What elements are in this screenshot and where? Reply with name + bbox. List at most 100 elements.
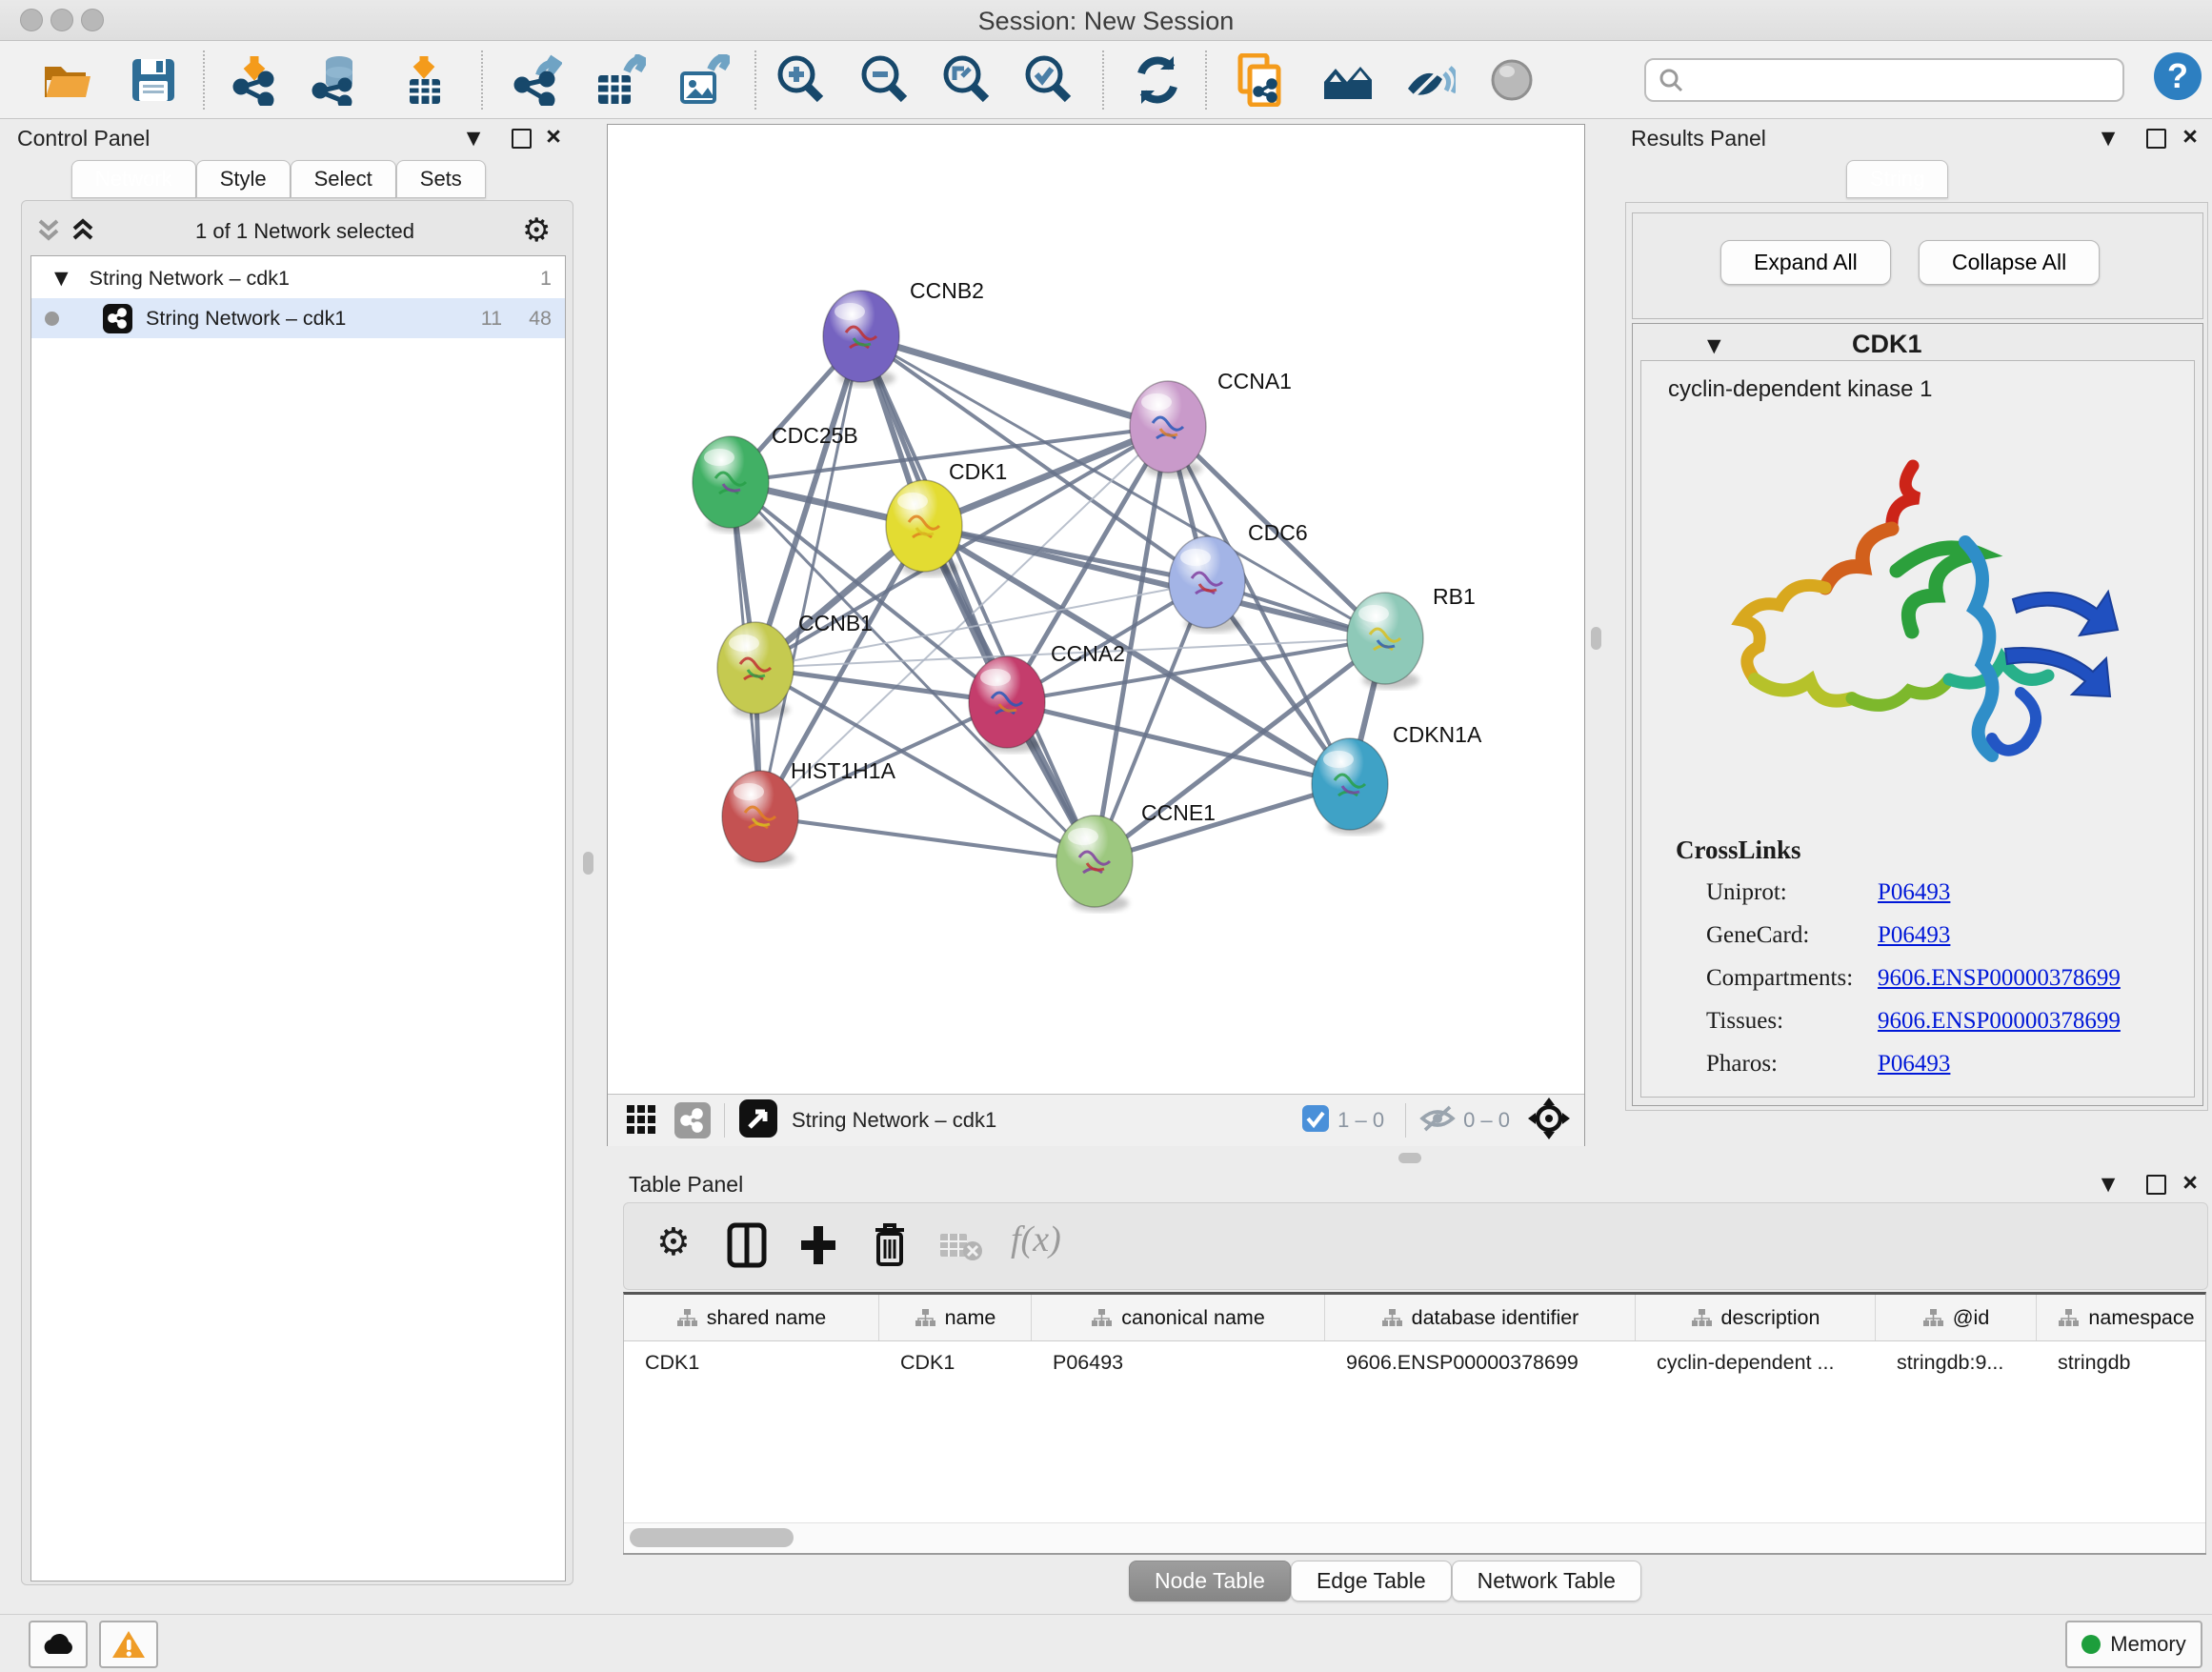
column-header[interactable]: canonical name <box>1032 1295 1325 1340</box>
delete-column-icon[interactable] <box>870 1220 910 1273</box>
right-splitter-handle[interactable] <box>1591 627 1601 650</box>
memory-button[interactable]: Memory <box>2065 1621 2202 1668</box>
crosslink-link[interactable]: P06493 <box>1878 879 1950 906</box>
help-icon[interactable]: ? <box>2151 50 2202 102</box>
search-icon <box>1658 67 1684 93</box>
column-header[interactable]: name <box>879 1295 1032 1340</box>
search-input[interactable] <box>1684 67 2122 93</box>
table-hscrollbar[interactable] <box>624 1522 2205 1552</box>
crosslink-link[interactable]: P06493 <box>1878 922 1950 949</box>
tab-style[interactable]: Style <box>196 160 291 198</box>
table-panel-close-icon[interactable]: × <box>2176 1168 2204 1197</box>
zoom-out-icon[interactable] <box>857 54 909 106</box>
tab-select[interactable]: Select <box>291 160 396 198</box>
table-gear-icon[interactable]: ⚙ <box>656 1220 691 1264</box>
collection-expander-icon[interactable]: ▼ <box>54 268 69 289</box>
import-network-file-icon[interactable] <box>229 54 280 106</box>
network-edge[interactable] <box>1095 784 1350 861</box>
network-node[interactable] <box>823 291 899 387</box>
table-cell[interactable]: 9606.ENSP00000378699 <box>1325 1341 1636 1383</box>
network-edge[interactable] <box>861 336 1168 427</box>
network-node[interactable] <box>1130 381 1206 477</box>
network-row-selected[interactable]: String Network – cdk1 11 48 <box>31 298 565 338</box>
cloud-button[interactable] <box>29 1621 88 1668</box>
network-node[interactable] <box>1056 816 1133 912</box>
birdseye-view-icon[interactable] <box>738 1098 778 1143</box>
network-edge[interactable] <box>760 816 1095 861</box>
network-edge[interactable] <box>861 336 1095 861</box>
network-node[interactable] <box>717 622 794 718</box>
collapse-all-button[interactable]: Collapse All <box>1919 240 2100 285</box>
table-cell[interactable]: CDK1 <box>624 1341 879 1383</box>
import-network-database-icon[interactable] <box>311 54 362 106</box>
network-node[interactable] <box>693 436 769 533</box>
tab-string[interactable]: String <box>1846 160 1948 198</box>
tab-sets[interactable]: Sets <box>396 160 486 198</box>
show-all-icon[interactable] <box>1486 54 1538 106</box>
table-hscrollbar-thumb[interactable] <box>630 1528 794 1547</box>
hide-selected-icon[interactable] <box>1404 54 1456 106</box>
expand-all-button[interactable]: Expand All <box>1720 240 1891 285</box>
network-node[interactable] <box>722 771 798 867</box>
control-panel-close-icon[interactable]: × <box>539 122 568 151</box>
column-header[interactable]: description <box>1636 1295 1876 1340</box>
zoom-in-icon[interactable] <box>774 54 825 106</box>
tab-network[interactable]: Network <box>71 160 196 198</box>
warning-button[interactable] <box>99 1621 158 1668</box>
hidden-eye-icon[interactable] <box>1419 1103 1456 1138</box>
import-table-icon[interactable] <box>398 54 450 106</box>
network-collection-row[interactable]: ▼ String Network – cdk1 1 <box>31 256 565 298</box>
table-panel-collapse-icon[interactable]: ▼ <box>2094 1170 2122 1199</box>
zoom-selected-icon[interactable] <box>1021 54 1073 106</box>
string-home-icon[interactable] <box>1320 54 1372 106</box>
collapse-all-networks-icon[interactable] <box>34 215 63 244</box>
crosslink-link[interactable]: 9606.ENSP00000378699 <box>1878 1008 2121 1035</box>
toolbar-separator <box>1405 1103 1406 1138</box>
table-cell[interactable]: stringdb <box>2037 1341 2206 1383</box>
add-column-icon[interactable] <box>797 1222 839 1273</box>
tab-network-table[interactable]: Network Table <box>1452 1561 1641 1601</box>
column-header[interactable]: database identifier <box>1325 1295 1636 1340</box>
tab-node-table[interactable]: Node Table <box>1129 1561 1291 1601</box>
search-box[interactable] <box>1644 58 2124 102</box>
bottom-splitter-handle[interactable] <box>1398 1153 1421 1163</box>
table-cell[interactable]: CDK1 <box>879 1341 1032 1383</box>
network-options-gear-icon[interactable]: ⚙ <box>522 212 551 250</box>
save-session-icon[interactable] <box>128 54 179 106</box>
string-badge-icon[interactable] <box>674 1102 711 1138</box>
crosslink-link[interactable]: 9606.ENSP00000378699 <box>1878 965 2121 992</box>
table-cell[interactable]: stringdb:9... <box>1876 1341 2037 1383</box>
tab-edge-table[interactable]: Edge Table <box>1291 1561 1452 1601</box>
pan-crosshair-icon[interactable] <box>1527 1097 1571 1145</box>
column-header[interactable]: shared name <box>624 1295 879 1340</box>
network-node[interactable] <box>1312 738 1388 835</box>
control-panel-collapse-icon[interactable]: ▼ <box>459 124 488 152</box>
table-row[interactable]: CDK1CDK1P064939606.ENSP00000378699cyclin… <box>624 1341 2205 1383</box>
crosslink-link[interactable]: P06493 <box>1878 1051 1950 1078</box>
column-header[interactable]: @id <box>1876 1295 2037 1340</box>
selected-checkbox-icon[interactable] <box>1301 1104 1330 1138</box>
results-panel-close-icon[interactable]: × <box>2176 122 2204 151</box>
split-columns-icon[interactable] <box>727 1222 767 1273</box>
node-table[interactable]: shared name name canonical name database… <box>623 1292 2206 1555</box>
export-network-icon[interactable] <box>511 54 562 106</box>
table-panel-float-icon[interactable] <box>2142 1170 2170 1199</box>
protein-expander-icon[interactable]: ▼ <box>1707 335 1721 356</box>
grid-view-icon[interactable] <box>625 1101 659 1140</box>
export-image-icon[interactable] <box>678 54 730 106</box>
table-cell[interactable]: cyclin-dependent ... <box>1636 1341 1876 1383</box>
results-panel-float-icon[interactable] <box>2142 124 2170 152</box>
results-panel-collapse-icon[interactable]: ▼ <box>2094 124 2122 152</box>
column-header[interactable]: namespace <box>2037 1295 2206 1340</box>
zoom-fit-icon[interactable] <box>939 54 991 106</box>
refresh-layout-icon[interactable] <box>1132 54 1183 106</box>
open-session-icon[interactable] <box>42 54 93 106</box>
network-canvas[interactable]: CCNB2 CCNA1 CDC25B CDK1 CDC6 RB1 CCNB1 <box>608 125 1584 1094</box>
expand-all-networks-icon[interactable] <box>69 215 97 244</box>
export-table-icon[interactable] <box>594 54 646 106</box>
clone-network-icon[interactable] <box>1235 54 1286 106</box>
table-cell[interactable]: P06493 <box>1032 1341 1325 1383</box>
left-splitter-handle[interactable] <box>583 852 593 875</box>
network-node[interactable] <box>1347 593 1423 689</box>
control-panel-float-icon[interactable] <box>507 124 535 152</box>
